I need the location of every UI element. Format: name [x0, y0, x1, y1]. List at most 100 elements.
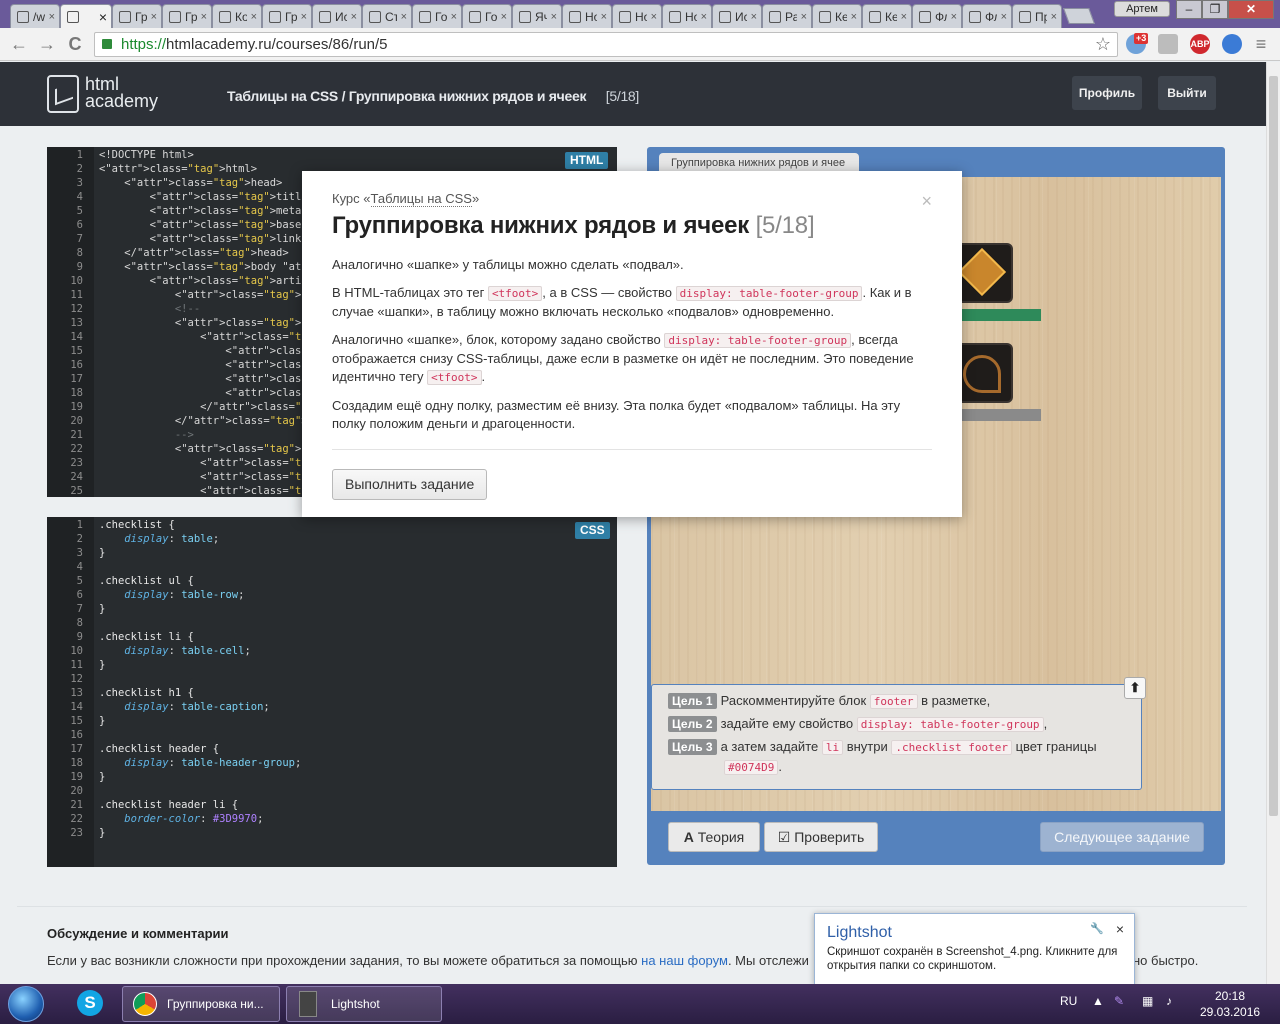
windows-taskbar: S Группировка ни... Lightshot RU ▲ ✎ ▦ ♪…	[0, 984, 1280, 1024]
tab-close-icon[interactable]: ×	[801, 11, 807, 23]
collapse-goals-button[interactable]: ⬆	[1124, 677, 1146, 699]
close-window-button[interactable]: ✕	[1228, 0, 1274, 19]
browser-tab[interactable]: Пр ×	[1012, 4, 1062, 28]
browser-tab[interactable]: Ис ×	[312, 4, 362, 28]
next-task-button[interactable]: Следующее задание	[1040, 822, 1204, 852]
start-button[interactable]	[8, 986, 44, 1022]
tab-close-icon[interactable]: ×	[751, 11, 757, 23]
browser-tab[interactable]: Ко ×	[212, 4, 262, 28]
css-editor[interactable]: 1 .checklist {2 display: table; 3} 4 5 .check…	[47, 517, 617, 867]
favicon-icon	[919, 10, 931, 23]
code-line: 20	[47, 784, 617, 798]
start-task-button[interactable]: Выполнить задание	[332, 469, 488, 500]
browser-tab[interactable]: Гр ×	[112, 4, 162, 28]
breadcrumb-course[interactable]: Таблицы на CSS	[227, 88, 338, 104]
line-number: 23	[70, 827, 83, 839]
reload-button[interactable]: C	[64, 33, 86, 55]
language-indicator[interactable]: RU	[1060, 994, 1077, 1008]
page-scrollbar[interactable]	[1266, 62, 1280, 984]
wrench-icon[interactable]: 🔧	[1090, 922, 1104, 935]
code-line: 23}	[47, 826, 617, 840]
tab-close-icon[interactable]: ×	[451, 11, 457, 23]
site-logo-text[interactable]: html academy	[85, 75, 158, 110]
browser-tab[interactable]: Ке ×	[812, 4, 862, 28]
profile-button[interactable]: Профиль	[1072, 76, 1142, 110]
tab-close-icon[interactable]: ×	[1051, 11, 1057, 23]
theory-button[interactable]: A Теория	[668, 822, 760, 852]
tab-close-icon[interactable]: ×	[551, 11, 557, 23]
tab-close-icon[interactable]: ×	[351, 11, 357, 23]
tab-close-icon[interactable]: ×	[99, 9, 107, 25]
course-link[interactable]: Таблицы на CSS	[370, 191, 472, 207]
tab-close-icon[interactable]: ×	[601, 11, 607, 23]
forum-link[interactable]: на наш форум	[641, 953, 728, 968]
tab-close-icon[interactable]: ×	[851, 11, 857, 23]
browser-tab[interactable]: Ст ×	[362, 4, 412, 28]
forward-button[interactable]: →	[36, 33, 58, 55]
minimize-button[interactable]: –	[1176, 0, 1202, 19]
browser-tab[interactable]: Фл ×	[912, 4, 962, 28]
chrome-taskbar-button[interactable]: Группировка ни...	[122, 986, 280, 1022]
browser-tab[interactable]: ×	[60, 4, 112, 28]
browser-tab[interactable]: Ке ×	[862, 4, 912, 28]
favicon-icon	[869, 10, 881, 23]
htmlacademy-logo-icon[interactable]	[47, 75, 79, 113]
skype-taskbar-icon[interactable]: S	[72, 987, 108, 1021]
favicon-icon	[269, 10, 281, 23]
back-button[interactable]: ←	[8, 33, 30, 55]
tab-close-icon[interactable]: ×	[1001, 11, 1007, 23]
browser-tab[interactable]: Яч ×	[512, 4, 562, 28]
profile-chip[interactable]: Артем	[1114, 1, 1170, 17]
tab-close-icon[interactable]: ×	[401, 11, 407, 23]
volume-icon[interactable]: ♪	[1166, 994, 1172, 1008]
modal-close-icon[interactable]: ×	[921, 191, 932, 212]
shield-extension-icon[interactable]	[1158, 34, 1178, 54]
browser-tab[interactable]: Фл ×	[962, 4, 1012, 28]
chrome-menu-icon[interactable]: ≡	[1250, 33, 1272, 55]
browser-tab[interactable]: Го ×	[462, 4, 512, 28]
tab-close-icon[interactable]: ×	[251, 11, 257, 23]
favicon-icon	[619, 10, 631, 23]
network-icon[interactable]: ▦	[1142, 994, 1153, 1008]
browser-tab[interactable]: Ис ×	[712, 4, 762, 28]
lightshot-taskbar-button[interactable]: Lightshot	[286, 986, 442, 1022]
tab-close-icon[interactable]: ×	[151, 11, 157, 23]
tray-expand-icon[interactable]: ▲	[1092, 994, 1104, 1008]
adblock-plus-icon[interactable]: ABP	[1190, 34, 1210, 54]
check-button[interactable]: ☑ Проверить	[764, 822, 878, 852]
code-line: 14 display: table-caption;	[47, 700, 617, 714]
restore-button[interactable]: ❐	[1202, 0, 1228, 19]
browser-tab[interactable]: /w ×	[10, 4, 60, 28]
clock[interactable]: 20:18 29.03.2016	[1200, 988, 1260, 1020]
tab-close-icon[interactable]: ×	[651, 11, 657, 23]
lightshot-notification[interactable]: Lightshot Скриншот сохранён в Screenshot…	[814, 913, 1135, 985]
tab-close-icon[interactable]: ×	[951, 11, 957, 23]
browser-tab[interactable]: Гр ×	[262, 4, 312, 28]
bookmark-star-icon[interactable]: ☆	[1095, 33, 1111, 56]
goal-text: Раскомментируйте блок	[720, 693, 870, 708]
line-number: 8	[76, 247, 83, 259]
address-bar[interactable]: https://htmlacademy.ru/courses/86/run/5 …	[94, 32, 1118, 57]
lightshot-extension-icon[interactable]: +3	[1126, 33, 1149, 54]
goal-3-color-code: #0074D9	[724, 760, 779, 775]
code-text: }	[99, 547, 106, 559]
browser-tab[interactable]: Го ×	[412, 4, 462, 28]
scrollbar-thumb[interactable]	[1269, 76, 1278, 816]
line-number: 15	[70, 715, 83, 727]
browser-tab[interactable]: Гр ×	[162, 4, 212, 28]
tab-close-icon[interactable]: ×	[301, 11, 307, 23]
globe-extension-icon[interactable]	[1222, 34, 1242, 54]
browser-tab[interactable]: Но ×	[612, 4, 662, 28]
tab-close-icon[interactable]: ×	[501, 11, 507, 23]
browser-tab[interactable]: Но ×	[562, 4, 612, 28]
notification-close-icon[interactable]: ×	[1116, 921, 1124, 937]
browser-tab[interactable]: Ра ×	[762, 4, 812, 28]
new-tab-button[interactable]	[1063, 8, 1095, 24]
tab-close-icon[interactable]: ×	[701, 11, 707, 23]
logout-button[interactable]: Выйти	[1158, 76, 1216, 110]
lightshot-tray-icon[interactable]: ✎	[1114, 994, 1124, 1008]
tab-close-icon[interactable]: ×	[201, 11, 207, 23]
tab-close-icon[interactable]: ×	[49, 11, 55, 23]
browser-tab[interactable]: Но ×	[662, 4, 712, 28]
tab-close-icon[interactable]: ×	[901, 11, 907, 23]
